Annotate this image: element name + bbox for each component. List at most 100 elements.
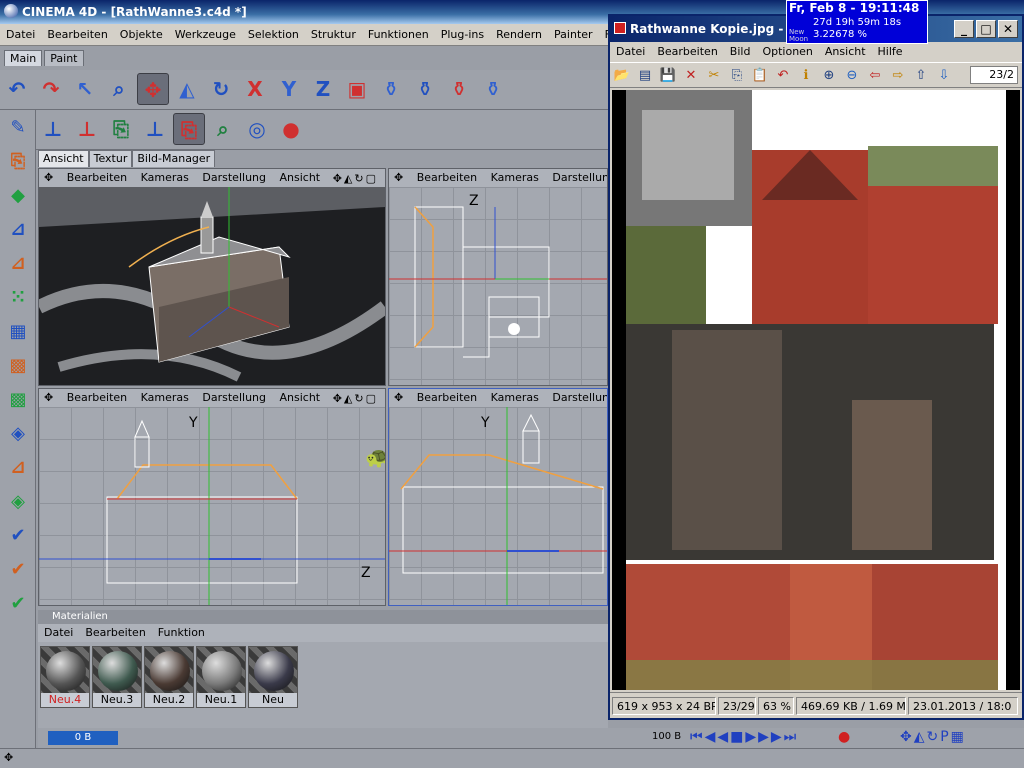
viewport-front[interactable]: ✥ Bearbeiten Kameras Darstellung Ansicht… xyxy=(38,388,386,606)
render-picture-viewer-icon[interactable]: ⚱ xyxy=(443,73,475,105)
viewport-menu-display[interactable]: Darstellung xyxy=(197,389,271,407)
select-pointer-icon[interactable]: ↖ xyxy=(69,73,101,105)
viewport-menu-cameras[interactable]: Kameras xyxy=(486,169,544,187)
paste-icon[interactable]: 📋 xyxy=(749,65,771,87)
world-coords-icon[interactable]: ▣ xyxy=(341,73,373,105)
close-icon[interactable]: ✕ xyxy=(998,20,1018,38)
cut-icon[interactable]: ✂ xyxy=(703,65,725,87)
viewport-menu-edit[interactable]: Bearbeiten xyxy=(62,169,132,187)
zoom-in-icon[interactable]: ⊕ xyxy=(818,65,840,87)
materials-menu-datei[interactable]: Datei xyxy=(38,624,79,642)
viewer-menu-optionen[interactable]: Optionen xyxy=(756,42,818,62)
scale-icon[interactable]: ◭ xyxy=(171,73,203,105)
zoom-out-icon[interactable]: ⊖ xyxy=(841,65,863,87)
viewport-perspective[interactable]: ✥ Bearbeiten Kameras Darstellung Ansicht… xyxy=(38,168,386,386)
view-tab-textur[interactable]: Textur xyxy=(88,150,133,167)
axis-mode-icon[interactable]: ⊿ xyxy=(2,214,34,246)
copy-icon[interactable]: ⎘ xyxy=(726,65,748,87)
view-tab-ansicht[interactable]: Ansicht xyxy=(38,150,89,167)
viewport-menu-display[interactable]: Darstellung xyxy=(197,169,271,187)
menu-item-plug-ins[interactable]: Plug-ins xyxy=(435,24,490,46)
previous-icon[interactable]: ⇦ xyxy=(864,65,886,87)
camera-icon[interactable]: ⎘ xyxy=(173,113,205,145)
axis-y-icon[interactable]: Y xyxy=(273,73,305,105)
viewport-menu-cameras[interactable]: Kameras xyxy=(136,389,194,407)
material-swatch[interactable]: Neu.4 xyxy=(40,646,90,708)
viewport-menu-view[interactable]: Ansicht xyxy=(275,389,326,407)
texture-mode-icon[interactable]: ▩ xyxy=(2,350,34,382)
lock-icon[interactable]: ✔ xyxy=(2,588,34,620)
redo-icon[interactable]: ↷ xyxy=(35,73,67,105)
menu-item-werkzeuge[interactable]: Werkzeuge xyxy=(169,24,242,46)
menu-item-selektion[interactable]: Selektion xyxy=(242,24,305,46)
minimize-icon[interactable]: _ xyxy=(954,20,974,38)
viewport-menu-display[interactable]: Darstellung xyxy=(547,389,607,407)
thumbnails-icon[interactable]: ▤ xyxy=(634,65,656,87)
viewport-menu-cameras[interactable]: Kameras xyxy=(486,389,544,407)
undo-icon[interactable]: ↶ xyxy=(1,73,33,105)
model-mode-icon[interactable]: ⊥ xyxy=(71,113,103,145)
viewport-menu-cameras[interactable]: Kameras xyxy=(136,169,194,187)
tweak-mode-icon[interactable]: ◈ xyxy=(2,418,34,450)
globe-icon[interactable]: ◎ xyxy=(241,113,273,145)
menu-item-funktionen[interactable]: Funktionen xyxy=(362,24,435,46)
animation-mode-icon[interactable]: ⊥ xyxy=(139,113,171,145)
menu-item-bearbeiten[interactable]: Bearbeiten xyxy=(41,24,113,46)
camera-sidebar-icon[interactable]: ⎘ xyxy=(2,146,34,178)
render-settings-icon[interactable]: ⚱ xyxy=(477,73,509,105)
maximize-icon[interactable]: □ xyxy=(976,20,996,38)
object-axis-icon[interactable]: ⊥ xyxy=(37,113,69,145)
menu-item-rendern[interactable]: Rendern xyxy=(490,24,548,46)
undo-icon[interactable]: ↶ xyxy=(772,65,794,87)
menu-item-datei[interactable]: Datei xyxy=(0,24,41,46)
edges-mode-icon[interactable]: ▦ xyxy=(2,316,34,348)
up-icon[interactable]: ⇧ xyxy=(910,65,932,87)
render-view-icon[interactable]: ⚱ xyxy=(375,73,407,105)
materials-menu-funktion[interactable]: Funktion xyxy=(152,624,211,642)
material-swatch[interactable]: Neu.2 xyxy=(144,646,194,708)
magnifier-delete-icon[interactable]: ⌕ xyxy=(207,113,239,145)
timeline-slider[interactable]: 0 B xyxy=(48,731,118,745)
object-mode-icon[interactable]: ◆ xyxy=(2,180,34,212)
live-select-icon[interactable]: ⌕ xyxy=(103,73,135,105)
viewer-menu-bild[interactable]: Bild xyxy=(724,42,757,62)
viewport-nav-icons[interactable]: ✥◭↻▢ xyxy=(328,390,383,407)
layout-tab-paint[interactable]: Paint xyxy=(44,50,84,66)
brush-icon[interactable]: ✎ xyxy=(2,112,34,144)
playback-controls[interactable]: ⏮◀◀■▶▶▶⏭ xyxy=(690,729,798,745)
move-icon[interactable]: ✥ xyxy=(137,73,169,105)
local-axis-icon[interactable]: ⊿ xyxy=(2,248,34,280)
menu-item-painter[interactable]: Painter xyxy=(548,24,599,46)
viewport-menu-edit[interactable]: Bearbeiten xyxy=(412,389,482,407)
material-swatch[interactable]: Neu.3 xyxy=(92,646,142,708)
record-icon[interactable]: ● xyxy=(838,729,850,745)
viewport-menu-edit[interactable]: Bearbeiten xyxy=(62,389,132,407)
points-mode-icon[interactable]: ⁙ xyxy=(2,282,34,314)
viewport-side[interactable]: ✥ Bearbeiten Kameras Darstellung Y xyxy=(388,388,608,606)
material-swatch[interactable]: Neu xyxy=(248,646,298,708)
save-icon[interactable]: 💾 xyxy=(657,65,679,87)
open-icon[interactable]: 📂 xyxy=(611,65,633,87)
render-region-icon[interactable]: ⚱ xyxy=(409,73,441,105)
viewer-menu-datei[interactable]: Datei xyxy=(610,42,651,62)
sphere-icon[interactable]: ● xyxy=(275,113,307,145)
viewport-top[interactable]: ✥ Bearbeiten Kameras Darstellung Ansicht… xyxy=(388,168,608,386)
viewport-menu-edit[interactable]: Bearbeiten xyxy=(412,169,482,187)
enable-snap-icon[interactable]: ✔ xyxy=(2,520,34,552)
materials-menu-bearbeiten[interactable]: Bearbeiten xyxy=(79,624,151,642)
down-icon[interactable]: ⇩ xyxy=(933,65,955,87)
workplane-icon[interactable]: ⊿ xyxy=(2,452,34,484)
next-icon[interactable]: ⇨ xyxy=(887,65,909,87)
viewport-menu-view[interactable]: Ansicht xyxy=(275,169,326,187)
texture-axis-icon[interactable]: ▩ xyxy=(2,384,34,416)
camera-tool-icon[interactable]: ⎘ xyxy=(105,113,137,145)
viewer-menu-ansicht[interactable]: Ansicht xyxy=(819,42,872,62)
viewport-menu-display[interactable]: Darstellung xyxy=(547,169,607,187)
menu-item-struktur[interactable]: Struktur xyxy=(305,24,362,46)
delete-icon[interactable]: ✕ xyxy=(680,65,702,87)
rotate-icon[interactable]: ↻ xyxy=(205,73,237,105)
viewer-menu-hilfe[interactable]: Hilfe xyxy=(872,42,909,62)
keyframe-icons[interactable]: ✥◭↻P▦ xyxy=(900,729,966,745)
material-swatch[interactable]: Neu.1 xyxy=(196,646,246,708)
layout-tab-main[interactable]: Main xyxy=(4,50,43,66)
